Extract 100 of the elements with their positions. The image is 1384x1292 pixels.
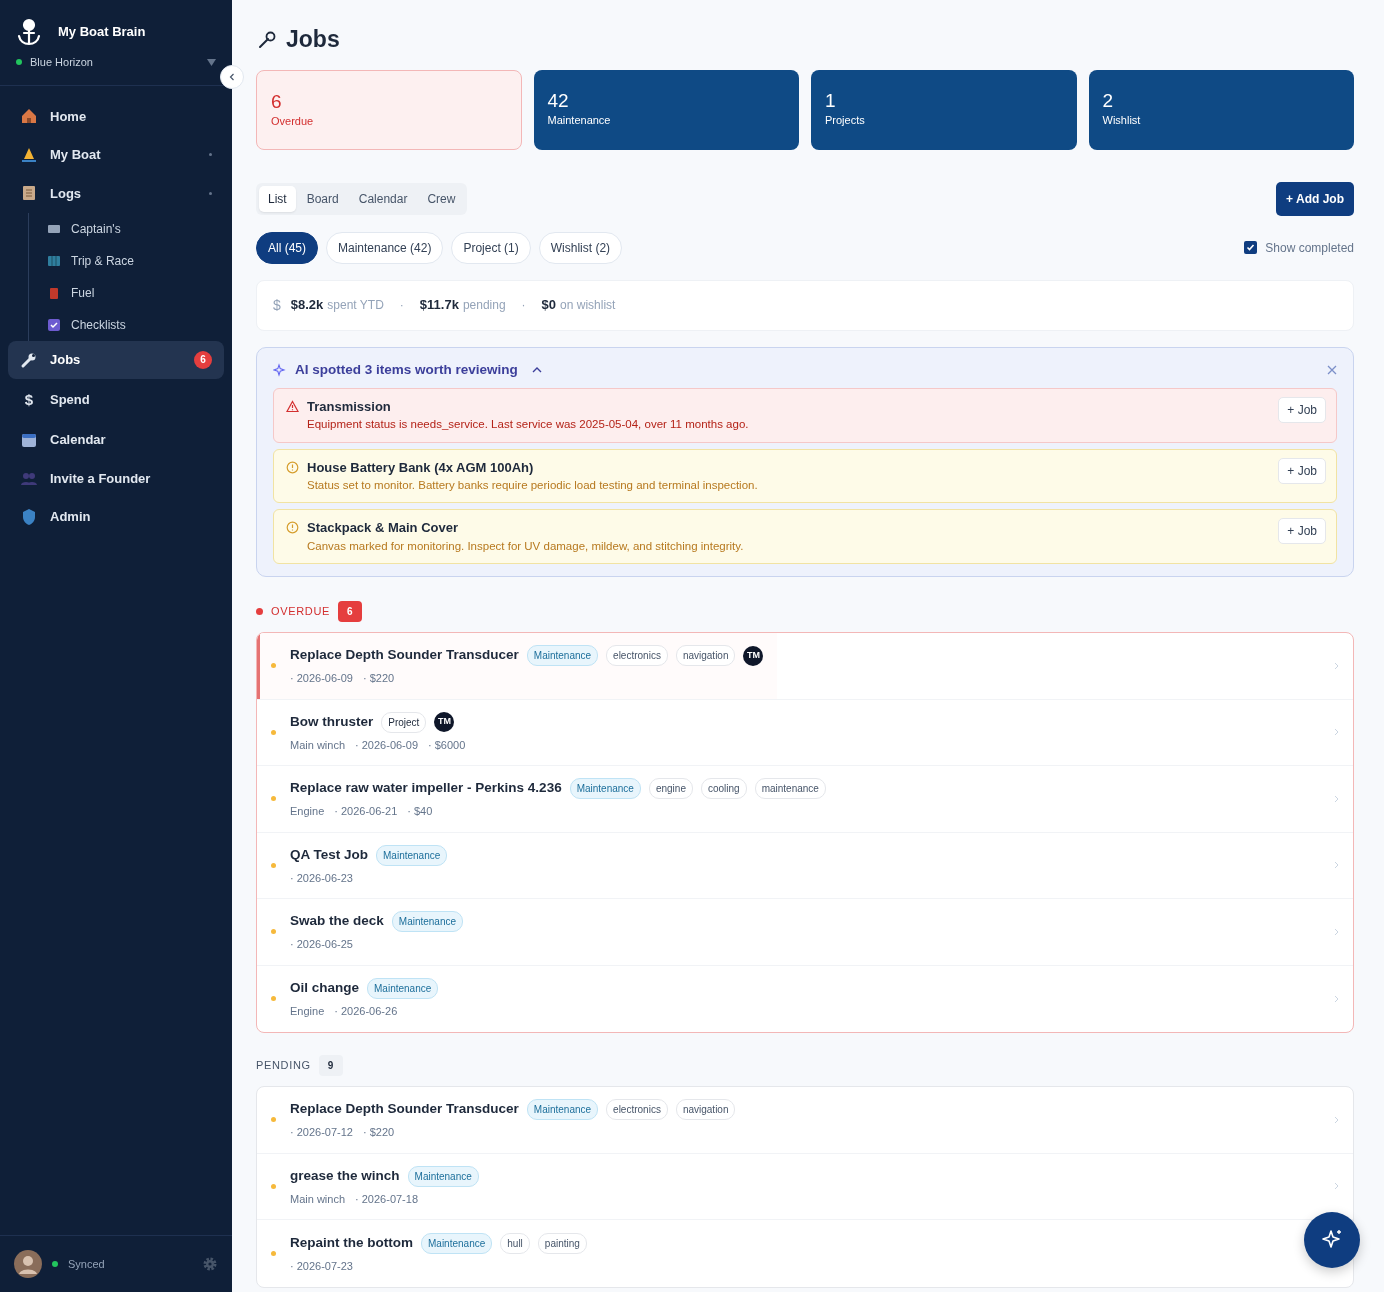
tag: navigation [675,645,736,667]
view-tab[interactable]: List [259,185,296,212]
separator: · [399,297,404,315]
map-icon [47,254,61,268]
count-badge: 6 [338,601,363,623]
job-meta: Main winch [290,737,346,753]
suggestion-title: House Battery Bank (4x AGM 100Ah) [307,458,535,477]
nav-item[interactable]: Jobs 6 [8,341,224,379]
view-tab[interactable]: Board [297,185,348,212]
job-meta: Main winch [290,1191,346,1207]
house-icon [20,107,38,126]
anchor-logo-icon [16,18,42,46]
checkbox[interactable] [1244,241,1258,255]
add-job-button[interactable]: + Job [1278,518,1326,545]
separator: · [521,297,526,315]
filter-chip[interactable]: Wishlist (2) [538,231,623,264]
filter-chip[interactable]: All (45) [256,231,318,264]
spend-label: pending [462,297,506,315]
status-dot [271,996,276,1002]
spend-amount: $0 [541,296,557,315]
chevron-right-icon [1334,994,1339,1003]
job-title: Repaint the bottom [290,1233,413,1252]
filter-chip[interactable]: Maintenance (42) [326,231,444,264]
chevron-right-icon [1334,861,1339,870]
count-badge: 6 [194,350,212,369]
type-tag: Project [381,711,427,733]
count-badge: 9 [318,1055,343,1077]
group-title: OVERDUE [271,604,331,620]
spend-label: spent YTD [327,297,384,315]
checkbox-label: Show completed [1265,239,1354,257]
nav-item[interactable]: Invite a Founder [8,459,224,497]
group-title: PENDING [256,1058,311,1074]
nav-item[interactable]: My Boat [8,136,224,174]
type-tag: Maintenance [526,1099,599,1121]
job-meta: · 2026-06-09 [290,671,353,687]
type-tag: Maintenance [526,645,599,667]
nav-item[interactable]: Admin [8,498,224,536]
filter-chip[interactable]: Project (1) [451,231,531,264]
close-icon[interactable] [1327,364,1337,375]
job-row[interactable]: Repaint the bottom Maintenance hull painting · 2026-07-23 [257,1220,601,1287]
suggestion-text: Status set to monitor. Battery banks require periodic load testing and terminal inspection. [307,478,758,494]
type-tag: Maintenance [569,778,641,800]
view-tab[interactable]: Crew [418,185,465,212]
panel-title: AI spotted 3 items worth reviewing [295,360,518,379]
job-title: Oil change [290,979,360,998]
notepad-icon [20,184,38,203]
job-meta: Engine [290,804,325,820]
status-dot [271,862,276,868]
job-title: Swab the deck [290,912,384,931]
chevron-right-icon [1334,1115,1339,1124]
nav-subitem[interactable]: Captain's [29,213,224,245]
app-name: My Boat Brain [58,23,146,42]
status-dot [256,608,263,616]
nav-item[interactable]: Logs [8,174,224,212]
nav-subitem[interactable]: Fuel [29,277,224,309]
job-row[interactable]: Oil change Maintenance Engine · 2026-06-26 [257,965,453,1033]
type-tag: Maintenance [421,1232,493,1254]
tag: painting [537,1232,587,1254]
add-job-button[interactable]: + Add Job [1276,181,1354,216]
stat-value: 1 [825,89,837,113]
alert-circle-icon [286,521,299,535]
job-row[interactable]: QA Test Job Maintenance · 2026-06-23 [257,832,462,899]
add-job-button[interactable]: + Job [1278,457,1326,484]
tag: electronics [606,1099,668,1121]
nav-subitem[interactable]: Trip & Race [29,245,224,277]
job-row[interactable]: Replace raw water impeller - Perkins 4.236 Maintenance engine cooling maintenance Engine · 2026-06-21 · $40 [257,766,840,832]
stat-label: Projects [825,113,866,129]
type-tag: Maintenance [407,1165,479,1187]
job-row[interactable]: Swab the deck Maintenance · 2026-06-25 [257,899,478,965]
type-tag: Maintenance [391,911,464,933]
add-job-button[interactable]: + Job [1278,396,1326,423]
nav-item[interactable]: $ Spend [8,379,224,420]
status-dot [271,929,276,935]
caret-icon [207,58,216,66]
stat-label: Maintenance [547,113,612,129]
collapse-button[interactable] [220,65,244,89]
job-meta: · 2026-07-12 [290,1125,353,1141]
job-title: Replace Depth Sounder Transducer [290,646,519,665]
job-row[interactable]: Bow thruster Project TM Main winch · 2026-06-09 · $6000 [257,699,480,766]
sparkle-icon [273,362,287,377]
warning-triangle-icon [286,399,299,413]
job-meta: · 2026-06-25 [290,937,353,953]
nav-item[interactable]: Calendar [8,421,224,459]
nav-subitem[interactable]: Checklists [29,309,224,341]
job-row[interactable]: Replace Depth Sounder Transducer Maintenance electronics navigation TM · 2026-06-09 · $220 [257,633,778,699]
view-tab[interactable]: Calendar [349,185,417,212]
job-meta: Engine [290,1004,325,1020]
tag: maintenance [754,778,826,800]
nav-item[interactable]: Home [8,97,224,135]
job-row[interactable]: grease the winch Maintenance Main winch · 2026-07-18 [257,1153,493,1220]
book-icon [47,222,61,236]
job-row[interactable]: Replace Depth Sounder Transducer Maintenance electronics navigation · 2026-07-12 · $220 [257,1087,750,1153]
chevron-left-icon [229,73,235,81]
job-meta: · 2026-06-21 [334,804,398,820]
status-dot [271,1117,276,1123]
chevron-right-icon [1334,661,1339,670]
chevron-right-icon [1334,794,1339,803]
job-title: QA Test Job [290,845,368,864]
suggestion-title: Transmission [307,397,392,416]
status-dot [271,796,276,802]
